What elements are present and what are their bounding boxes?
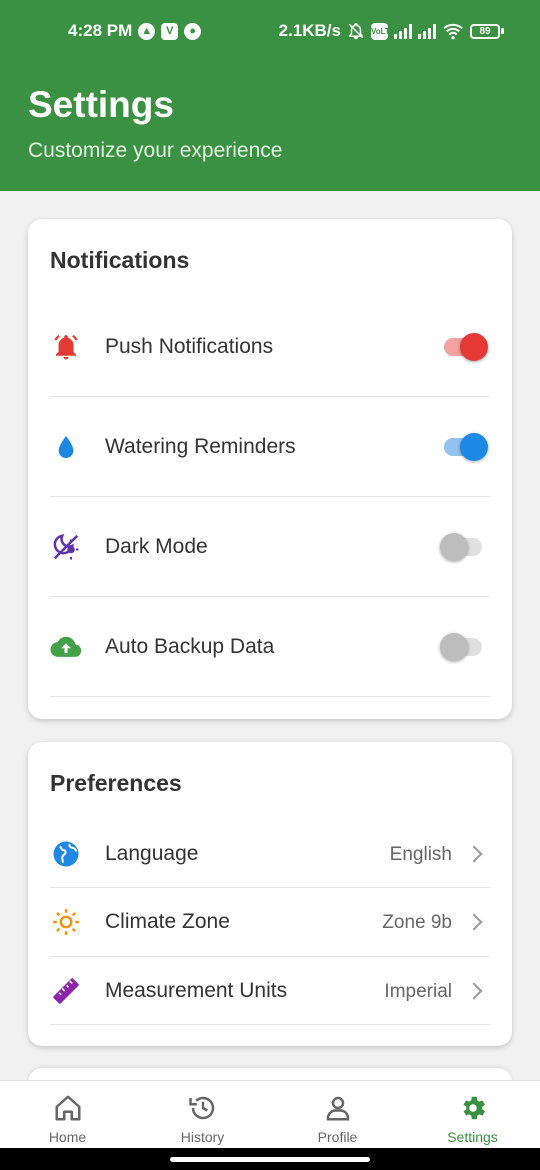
network-speed: 2.1KB/s <box>278 21 341 40</box>
setting-row-dark-mode: Dark Mode <box>50 497 490 597</box>
page-header: Settings Customize your experience <box>0 64 540 191</box>
chevron-right-icon <box>465 913 483 931</box>
notifications-title: Notifications <box>50 247 190 273</box>
preferences-title: Preferences <box>50 770 182 796</box>
signal-icon <box>418 23 436 39</box>
history-icon <box>188 1096 214 1120</box>
bell-off-icon <box>348 23 364 40</box>
home-icon <box>55 1095 80 1121</box>
status-bar: 4:28 PM ▲ V ● 2.1KB/s VoLTE 89 <box>0 0 540 64</box>
nav-label: Home <box>48 1129 87 1145</box>
nav-settings[interactable]: Settings <box>405 1081 540 1148</box>
bell-icon <box>50 331 82 363</box>
ruler-icon <box>50 975 82 1007</box>
setting-label: Auto Backup Data <box>105 635 275 658</box>
setting-label: Watering Reminders <box>105 435 296 458</box>
nav-profile[interactable]: Profile <box>270 1081 405 1148</box>
preference-label: Language <box>105 842 199 865</box>
nav-label: Profile <box>317 1129 358 1145</box>
water-drop-icon <box>50 431 82 463</box>
nav-home[interactable]: Home <box>0 1081 135 1148</box>
notifications-card: Notifications Push Notifications Waterin… <box>28 219 512 719</box>
app-notification-icon: ▲ <box>138 22 156 40</box>
setting-label: Push Notifications <box>105 335 274 358</box>
setting-label: Dark Mode <box>105 535 208 558</box>
system-navigation-bar <box>0 1148 540 1170</box>
sun-icon <box>50 906 82 938</box>
bottom-navigation: Home History Profile Settings <box>0 1080 540 1148</box>
setting-row-auto-backup: Auto Backup Data <box>50 597 490 697</box>
auto-backup-toggle[interactable] <box>440 627 486 667</box>
app-notification-icon: V <box>161 22 179 40</box>
wifi-icon <box>443 23 463 40</box>
preference-row-language[interactable]: Language English <box>50 820 490 888</box>
preference-value: Imperial <box>384 981 452 1002</box>
app-notification-icon: ● <box>184 22 202 40</box>
page-subtitle: Customize your experience <box>28 139 283 162</box>
battery-icon: 89 <box>470 23 504 39</box>
status-time: 4:28 PM <box>68 21 133 40</box>
chevron-right-icon <box>465 845 483 863</box>
push-notifications-toggle[interactable] <box>444 327 488 367</box>
setting-row-push-notifications: Push Notifications <box>50 297 490 397</box>
dark-mode-toggle[interactable] <box>440 527 486 567</box>
preferences-card: Preferences Language English Climate Zon… <box>28 742 512 1046</box>
globe-icon <box>50 838 82 870</box>
preference-value: English <box>389 844 452 865</box>
theme-light-dark-icon <box>50 531 82 563</box>
setting-row-watering-reminders: Watering Reminders <box>50 397 490 497</box>
cloud-upload-icon <box>50 631 82 663</box>
preference-row-climate-zone[interactable]: Climate Zone Zone 9b <box>50 888 490 957</box>
nav-history[interactable]: History <box>135 1081 270 1148</box>
volte-icon: VoLTE <box>371 22 395 40</box>
preference-value: Zone 9b <box>382 912 452 933</box>
signal-icon <box>394 23 412 39</box>
preference-label: Climate Zone <box>105 910 230 933</box>
watering-reminders-toggle[interactable] <box>444 427 488 467</box>
person-icon <box>326 1096 349 1121</box>
page-title: Settings <box>28 84 174 125</box>
gear-icon <box>463 1096 485 1120</box>
preference-label: Measurement Units <box>105 979 288 1002</box>
preference-row-measurement-units[interactable]: Measurement Units Imperial <box>50 957 490 1025</box>
home-gesture-handle[interactable] <box>170 1157 370 1162</box>
battery-level: 89 <box>470 23 500 39</box>
nav-label: History <box>180 1129 225 1145</box>
nav-label: Settings <box>447 1129 498 1145</box>
chevron-right-icon <box>465 982 483 1000</box>
